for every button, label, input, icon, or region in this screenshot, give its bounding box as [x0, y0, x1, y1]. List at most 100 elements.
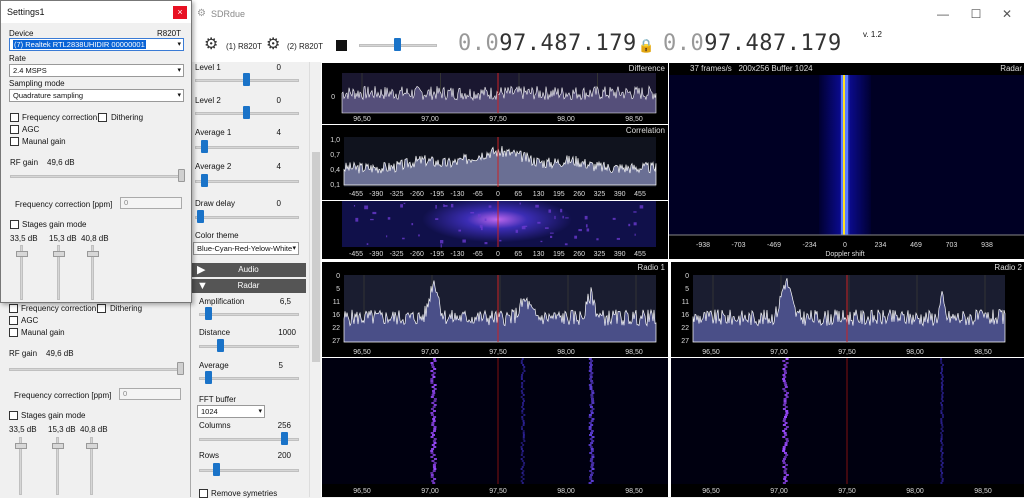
radio1-waterfall[interactable]: 96,50 97,00 97,50 98,00 98,50 [322, 358, 668, 497]
dithering-checkbox-2[interactable] [97, 304, 106, 313]
agc-checkbox-2[interactable] [9, 316, 18, 325]
stage3-slider[interactable] [87, 245, 99, 300]
distance-slider[interactable] [199, 339, 299, 353]
settings-close-button[interactable]: × [173, 6, 187, 19]
columns-label: Columns [199, 421, 231, 430]
level2-slider[interactable] [195, 106, 299, 120]
spectrogram-speckle [634, 233, 636, 236]
stage3-slider-2[interactable] [86, 437, 98, 495]
amplification-slider[interactable] [199, 307, 299, 321]
stage1-slider[interactable] [16, 245, 28, 300]
radar-plot[interactable]: -938 -703 -469 -234 0 234 469 703 938 Doppler shi… [669, 63, 1024, 259]
rows-slider[interactable] [199, 463, 299, 477]
waterfall-signal [785, 440, 789, 442]
rf-gain-slider[interactable] [10, 169, 185, 183]
y-tick: 11 [333, 299, 340, 306]
waterfall-signal [521, 450, 524, 452]
waterfall-signal [521, 404, 524, 406]
radio2-plot[interactable]: 0 5 11 16 22 27 96,50 97,00 97,50 98,00 98,50 Radio… [671, 262, 1024, 357]
radio2-waterfall[interactable]: 96,50 97,00 97,50 98,00 98,50 [671, 358, 1024, 497]
audio-section-bar[interactable]: ▶ Audio [191, 263, 306, 277]
waterfall-signal [432, 406, 436, 408]
radar-section-bar[interactable]: ▼ Radar [191, 279, 306, 293]
radio1-plot[interactable]: 0 5 11 16 22 27 96,50 97,00 97,50 98,00 98,50 Radio… [322, 262, 668, 357]
waterfall-signal [940, 422, 943, 424]
freq-correction-checkbox[interactable] [10, 113, 19, 122]
level1-slider[interactable] [195, 73, 299, 87]
waterfall-signal [782, 404, 786, 406]
level2-label: Level 2 [195, 96, 221, 105]
waterfall-signal [782, 448, 786, 450]
waterfall-signal [522, 438, 525, 440]
sampling-mode-select[interactable]: Quadrature sampling ▾ [9, 89, 184, 102]
waterfall-signal [591, 440, 595, 442]
waterfall-signal [589, 478, 593, 480]
stage1-slider-2[interactable] [15, 437, 27, 495]
manual-gain-checkbox[interactable] [10, 137, 19, 146]
chevron-down-icon: ▾ [177, 41, 181, 48]
minimize-button[interactable]: — [933, 6, 953, 22]
draw-delay-label: Draw delay [195, 199, 236, 208]
spectrogram-speckle [403, 202, 406, 205]
waterfall-signal [523, 462, 526, 464]
waterfall-signal [430, 370, 434, 372]
difference-plot[interactable]: 0 96,50 97,00 97,50 98,00 98,50 Difference [322, 63, 668, 124]
correlation-spectrogram[interactable]: -455 -390 -325 -260 -195 -130 -65 0 65 130 195 260 3… [322, 201, 668, 259]
close-button[interactable]: ✕ [997, 6, 1017, 22]
color-theme-select[interactable]: Blue-Cyan-Red-Yelow-White ▾ [193, 242, 299, 255]
stages-gain-checkbox[interactable] [10, 220, 19, 229]
waterfall-signal [432, 390, 436, 392]
frequency-display-2[interactable]: 0.097.487.179 [663, 31, 842, 56]
agc-checkbox[interactable] [10, 125, 19, 134]
rf-gain-slider-2[interactable] [9, 362, 184, 376]
spectrogram-speckle [440, 239, 444, 244]
ppm-field-2[interactable]: 0 [119, 388, 181, 400]
waterfall-signal [783, 390, 787, 392]
spectrogram-speckle [400, 204, 403, 208]
average-slider[interactable] [199, 371, 299, 385]
waterfall-signal [431, 460, 435, 462]
radio1-title: Radio 1 [637, 263, 665, 272]
waterfall-signal [941, 424, 944, 426]
maximize-button[interactable]: ☐ [966, 6, 986, 22]
stages-gain-checkbox-2[interactable] [9, 411, 18, 420]
ppm-field[interactable]: 0 [120, 197, 182, 209]
draw-delay-slider[interactable] [195, 210, 299, 224]
columns-slider[interactable] [199, 432, 299, 446]
waterfall-signal [941, 444, 944, 446]
waterfall-signal [431, 480, 435, 482]
manual-gain-checkbox-2[interactable] [9, 328, 18, 337]
controls-scrollbar[interactable] [309, 62, 321, 497]
rate-select[interactable]: 2.4 MSPS ▾ [9, 64, 184, 77]
waterfall-signal [590, 480, 594, 482]
freq-correction-checkbox-2[interactable] [9, 304, 18, 313]
waterfall-signal [589, 452, 593, 454]
correlation-plot[interactable]: 1,0 0,7 0,4 0,1 -455 -390 -325 -260 -195 -130 -65 0… [322, 125, 668, 200]
frequency-display-1[interactable]: 0.097.487.179 [458, 31, 637, 56]
volume-slider[interactable] [359, 38, 437, 52]
x-tick: 195 [553, 191, 565, 198]
waterfall-signal [591, 456, 595, 458]
waterfall-signal [782, 446, 786, 448]
stop-button[interactable] [336, 40, 347, 51]
device2-gear-icon[interactable]: ⚙ [266, 37, 282, 53]
y-tick: 5 [685, 286, 689, 293]
waterfall-signal [521, 466, 524, 468]
waterfall-signal [784, 428, 788, 430]
device-select[interactable]: (7) Realtek RTL2838UHIDIR 00000001 ▾ [9, 38, 184, 51]
fft-buffer-select[interactable]: 1024 ▾ [197, 405, 265, 418]
average2-slider[interactable] [195, 174, 299, 188]
device1-gear-icon[interactable]: ⚙ [204, 37, 220, 53]
average1-slider[interactable] [195, 140, 299, 154]
lock-icon[interactable]: 🔒 [638, 38, 654, 54]
waterfall-signal [432, 482, 436, 484]
stage2-slider[interactable] [53, 245, 65, 300]
x-tick: 98,00 [557, 349, 575, 356]
stage2-slider-2[interactable] [52, 437, 64, 495]
waterfall-signal [433, 404, 437, 406]
scrollbar-thumb[interactable] [312, 152, 320, 362]
waterfall-signal [431, 364, 435, 366]
waterfall-signal [941, 478, 944, 480]
dithering-label: Dithering [111, 113, 144, 122]
dithering-checkbox[interactable] [98, 113, 107, 122]
